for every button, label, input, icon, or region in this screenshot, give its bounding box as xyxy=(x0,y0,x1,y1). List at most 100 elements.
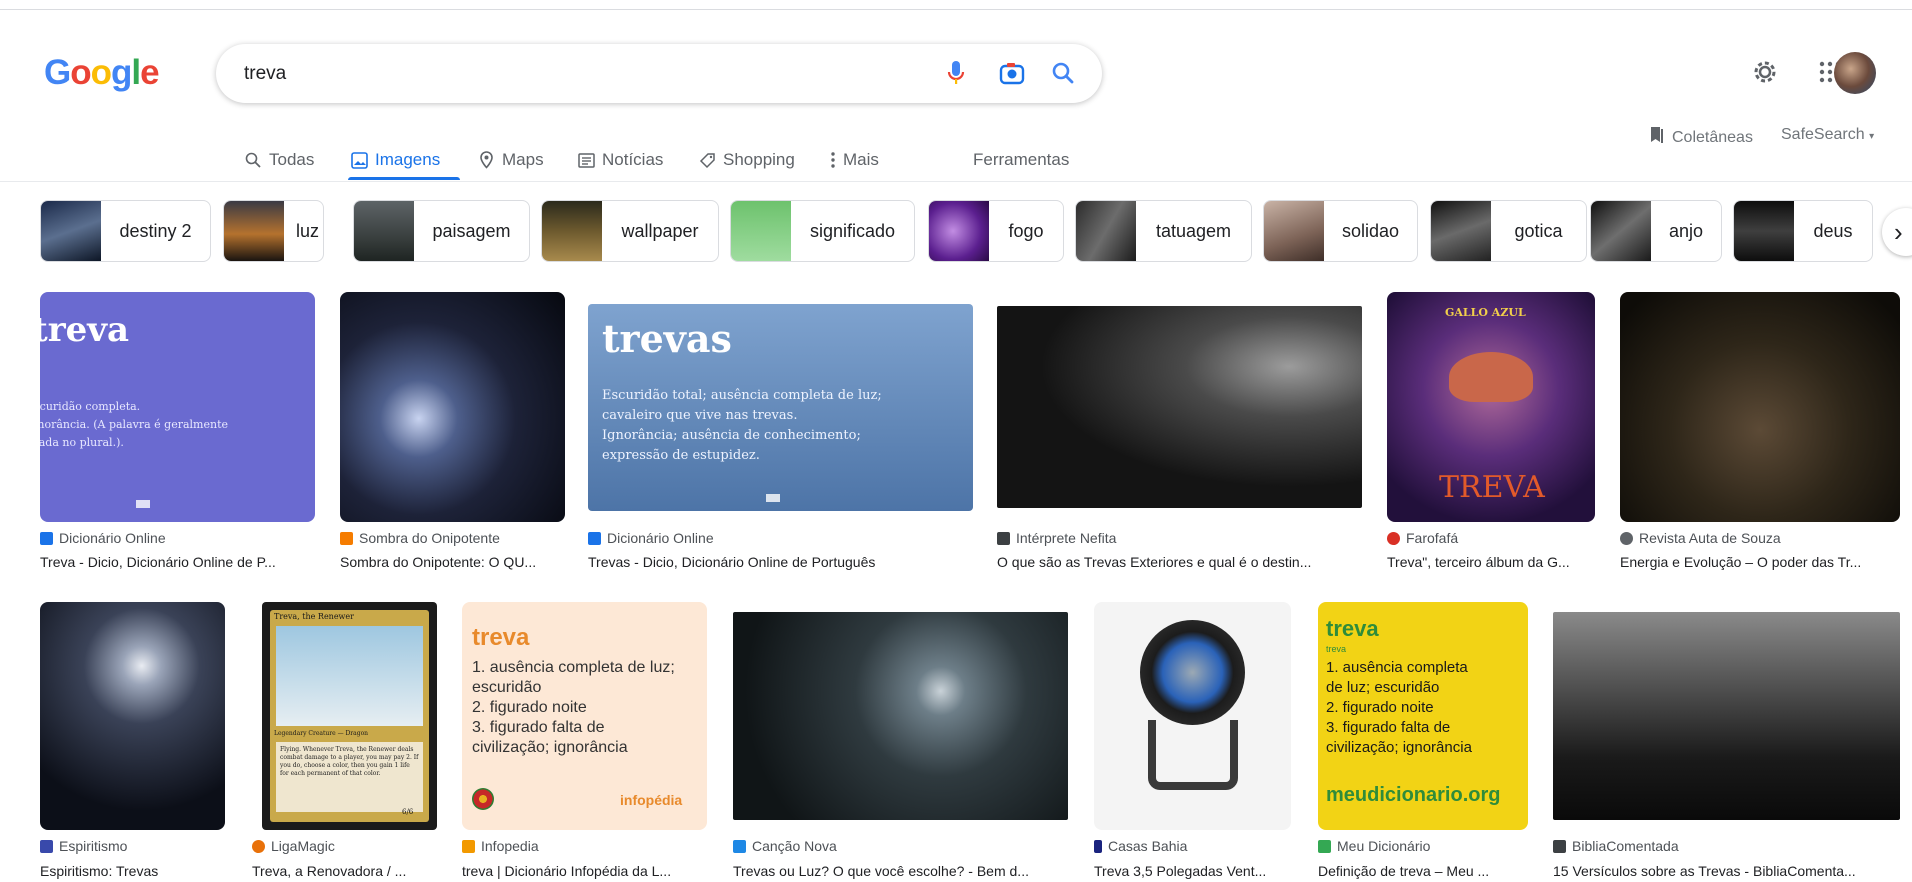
tab-todas[interactable]: Todas xyxy=(244,140,314,180)
result-image[interactable] xyxy=(340,292,565,522)
album-band-name: GALLO AZUL xyxy=(1445,306,1526,319)
image-text-line: 2. figurado noite xyxy=(472,699,587,716)
favicon-icon xyxy=(1553,839,1566,853)
favicon-icon xyxy=(1387,531,1400,545)
result-title[interactable]: Treva", terceiro álbum da G... xyxy=(1387,554,1595,570)
result-image[interactable] xyxy=(733,612,1068,820)
chevron-right-icon: › xyxy=(1894,216,1903,247)
result-source[interactable]: Dicionário Online xyxy=(40,530,166,546)
favicon-icon xyxy=(252,839,265,853)
image-text-line: civilização; ignorância xyxy=(1326,739,1472,756)
result-source-label: Meu Dicionário xyxy=(1337,838,1431,854)
result-source[interactable]: Canção Nova xyxy=(733,838,837,854)
result-title[interactable]: Treva, a Renovadora / ... xyxy=(252,863,422,879)
result-title[interactable]: Treva 3,5 Polegadas Vent... xyxy=(1094,863,1291,879)
search-icon[interactable] xyxy=(1048,58,1078,88)
result-title[interactable]: O que são as Trevas Exteriores e qual é … xyxy=(997,554,1362,570)
chip-thumbnail xyxy=(1591,201,1651,261)
chip-deus[interactable]: deus xyxy=(1733,200,1873,262)
camera-lens-icon[interactable] xyxy=(997,58,1027,88)
result-image[interactable]: treva treva 1. ausência completa de luz;… xyxy=(1318,602,1528,830)
caret-down-icon: ▾ xyxy=(1869,131,1875,142)
search-icon xyxy=(244,151,262,169)
result-title[interactable]: treva | Dicionário Infopédia da L... xyxy=(462,863,707,879)
result-image[interactable]: GALLO AZUL TREVA xyxy=(1387,292,1595,522)
image-text-line: civilização; ignorância xyxy=(472,739,628,756)
result-source[interactable]: LigaMagic xyxy=(252,838,335,854)
result-source[interactable]: Infopedia xyxy=(462,838,539,854)
chip-thumbnail xyxy=(1734,201,1794,261)
chip-destiny-2[interactable]: destiny 2 xyxy=(40,200,211,262)
result-title[interactable]: Energia e Evolução – O poder das Tr... xyxy=(1620,554,1880,570)
chip-gotica[interactable]: gotica xyxy=(1430,200,1587,262)
top-divider xyxy=(0,9,1912,10)
image-text-line: 1. ausência completa de luz; xyxy=(472,659,675,676)
tab-mais[interactable]: Mais xyxy=(830,140,879,180)
result-title[interactable]: Espiritismo: Trevas xyxy=(40,863,225,879)
search-input[interactable]: treva xyxy=(244,63,286,85)
chip-wallpaper[interactable]: wallpaper xyxy=(541,200,719,262)
result-image[interactable] xyxy=(997,306,1362,508)
chip-label: significado xyxy=(809,220,896,241)
tab-imagens[interactable]: Imagens xyxy=(350,140,440,180)
chip-thumbnail xyxy=(1264,201,1324,261)
result-image[interactable] xyxy=(40,602,225,830)
result-image[interactable] xyxy=(1094,602,1291,830)
result-source[interactable]: Espiritismo xyxy=(40,838,127,854)
result-image[interactable] xyxy=(1553,612,1900,820)
result-source[interactable]: BibliaComentada xyxy=(1553,838,1679,854)
result-source[interactable]: Sombra do Onipotente xyxy=(340,530,500,546)
chips-next-button[interactable]: › xyxy=(1882,208,1912,256)
card-art xyxy=(276,626,423,726)
chip-label: destiny 2 xyxy=(119,220,192,241)
chip-significado[interactable]: significado xyxy=(730,200,915,262)
result-title[interactable]: 15 Versículos sobre as Trevas - BibliaCo… xyxy=(1553,863,1893,879)
result-source[interactable]: Revista Auta de Souza xyxy=(1620,530,1781,546)
collections-link[interactable]: Coletâneas xyxy=(1650,126,1753,149)
result-image[interactable]: treva 1. ausência completa de luz; escur… xyxy=(462,602,707,830)
chip-paisagem[interactable]: paisagem xyxy=(353,200,530,262)
result-source[interactable]: Dicionário Online xyxy=(588,530,714,546)
google-logo[interactable]: Google xyxy=(44,53,160,93)
chip-fogo[interactable]: fogo xyxy=(928,200,1064,262)
safesearch-dropdown[interactable]: SafeSearch ▾ xyxy=(1781,126,1874,144)
card-power-toughness: 6/6 xyxy=(402,808,414,816)
image-text-heading: trevas xyxy=(602,316,732,361)
result-title[interactable]: Trevas ou Luz? O que você escolhe? - Bem… xyxy=(733,863,1068,879)
result-title[interactable]: Definição de treva – Meu ... xyxy=(1318,863,1513,879)
tab-shopping[interactable]: Shopping xyxy=(698,140,795,180)
mic-icon[interactable] xyxy=(941,58,971,88)
result-source[interactable]: Meu Dicionário xyxy=(1318,838,1430,854)
card-name: Treva, the Renewer xyxy=(274,612,354,621)
chip-luz[interactable]: luz xyxy=(223,200,324,262)
news-icon xyxy=(577,151,595,169)
result-title[interactable]: Sombra do Onipotente: O QU... xyxy=(340,554,565,570)
result-image[interactable]: trevas Escuridão total; ausência complet… xyxy=(588,304,973,511)
settings-gear-icon[interactable] xyxy=(1745,52,1785,92)
image-text-line: Ignorância; ausência de conhecimento; xyxy=(602,428,861,443)
result-image[interactable]: treva Escuridão completa. Ignorância. (A… xyxy=(40,292,315,522)
result-title[interactable]: Trevas - Dicio, Dicionário Online de Por… xyxy=(588,554,973,570)
search-box[interactable]: treva xyxy=(216,44,1102,103)
result-image[interactable]: Treva, the Renewer Legendary Creature — … xyxy=(262,602,437,830)
tools-button[interactable]: Ferramentas xyxy=(973,140,1069,180)
chip-thumbnail xyxy=(542,201,602,261)
tab-noticias[interactable]: Notícias xyxy=(577,140,663,180)
result-source[interactable]: Casas Bahia xyxy=(1094,838,1187,854)
tab-maps[interactable]: Maps xyxy=(477,140,544,180)
image-text-line: Ignorância. (A palavra é geralmente xyxy=(40,418,229,431)
chip-anjo[interactable]: anjo xyxy=(1590,200,1722,262)
result-source[interactable]: Farofafá xyxy=(1387,530,1458,546)
result-title[interactable]: Treva - Dicio, Dicionário Online de P... xyxy=(40,554,315,570)
account-avatar[interactable] xyxy=(1834,52,1876,94)
result-image[interactable] xyxy=(1620,292,1900,522)
chip-label: fogo xyxy=(1008,220,1044,241)
collections-label: Coletâneas xyxy=(1672,128,1753,146)
chip-tatuagem[interactable]: tatuagem xyxy=(1075,200,1252,262)
chip-solidao[interactable]: solidao xyxy=(1263,200,1418,262)
result-source-label: BibliaComentada xyxy=(1572,838,1679,854)
album-title: TREVA xyxy=(1439,470,1545,505)
tab-label: Notícias xyxy=(602,150,664,169)
portugal-flag-icon xyxy=(472,788,494,810)
result-source[interactable]: Intérprete Nefita xyxy=(997,530,1116,546)
